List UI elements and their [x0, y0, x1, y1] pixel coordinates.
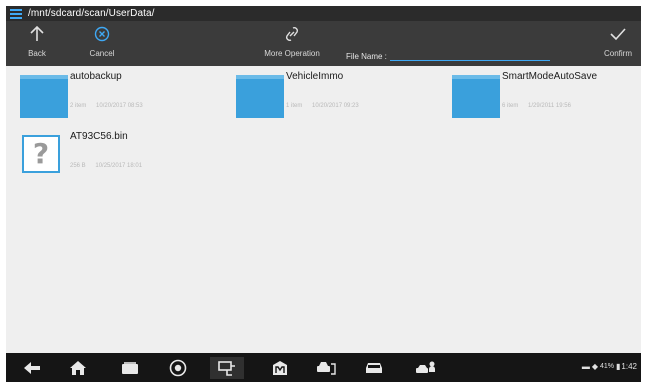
- item-name: autobackup: [70, 71, 122, 82]
- item-meta: 1 item 10/20/2017 09:23: [286, 103, 367, 109]
- recent-apps-icon[interactable]: [118, 357, 142, 379]
- folder-icon: [236, 72, 284, 118]
- current-path: /mnt/sdcard/scan/UserData/: [28, 8, 155, 19]
- folder-item-smartmodeautosave[interactable]: SmartModeAutoSave 6 item 1/29/2011 19:56: [438, 68, 638, 124]
- back-button[interactable]: Back: [20, 23, 54, 65]
- cancel-button[interactable]: Cancel: [82, 23, 122, 65]
- item-count: 6 item: [502, 103, 519, 109]
- maintenance-icon[interactable]: [268, 357, 292, 379]
- file-list: autobackup 2 item 10/20/2017 08:53 Vehic…: [6, 66, 641, 353]
- item-count: 1 item: [286, 103, 303, 109]
- item-date: 10/20/2017 08:53: [96, 103, 143, 109]
- back-arrow-icon[interactable]: [20, 357, 44, 379]
- path-bar: /mnt/sdcard/scan/UserData/: [6, 6, 641, 21]
- up-arrow-icon: [30, 23, 44, 45]
- file-item-at93c56[interactable]: ? AT93C56.bin 256 B 10/25/2017 18:01: [6, 128, 206, 184]
- folder-item-autobackup[interactable]: autobackup 2 item 10/20/2017 08:53: [6, 68, 206, 124]
- checkmark-icon: [610, 23, 626, 45]
- home-icon[interactable]: [66, 357, 90, 379]
- item-meta: 6 item 1/29/2011 19:56: [502, 103, 579, 109]
- car-icon[interactable]: [362, 357, 386, 379]
- item-date: 10/20/2017 09:23: [312, 103, 359, 109]
- folder-icon: [452, 72, 500, 118]
- more-operation-label: More Operation: [264, 49, 320, 58]
- file-name-field: File Name :: [346, 49, 550, 61]
- navigation-bar: ▬ ◆ 41% ▮ 1:42: [6, 353, 641, 382]
- battery-icon: ▮: [616, 362, 621, 371]
- file-name-label: File Name :: [346, 52, 387, 61]
- wifi-icon: ◆: [591, 362, 598, 371]
- vehicle-service-icon[interactable]: [314, 357, 338, 379]
- remote-expert-icon[interactable]: [414, 357, 438, 379]
- confirm-button[interactable]: Confirm: [598, 23, 638, 65]
- back-label: Back: [28, 49, 46, 58]
- cancel-label: Cancel: [89, 49, 115, 58]
- confirm-label: Confirm: [603, 49, 632, 58]
- menu-icon[interactable]: [10, 8, 22, 19]
- toolbar: Back Cancel More Operation File Name : C…: [6, 21, 641, 66]
- more-operation-button[interactable]: More Operation: [258, 23, 326, 65]
- item-date: 10/25/2017 18:01: [95, 163, 143, 169]
- clock: 1:42: [621, 362, 637, 371]
- item-size: 256 B: [70, 163, 86, 169]
- file-name-input[interactable]: [389, 49, 550, 61]
- battery-percent: 41%: [600, 363, 615, 370]
- item-count: 2 item: [70, 103, 87, 109]
- unknown-file-icon: ?: [20, 132, 68, 178]
- item-meta: 256 B 10/25/2017 18:01: [70, 163, 150, 169]
- notification-icon: ▬: [581, 362, 590, 371]
- item-name: VehicleImmo: [286, 71, 344, 82]
- item-name: SmartModeAutoSave: [502, 71, 598, 82]
- link-icon: [284, 23, 300, 45]
- cancel-circle-icon: [94, 23, 110, 45]
- vci-connect-icon[interactable]: [210, 357, 244, 379]
- item-date: 1/29/2011 19:56: [528, 103, 571, 109]
- status-area: ▬ ◆ 41% ▮ 1:42: [582, 362, 637, 371]
- folder-icon: [20, 72, 68, 118]
- browser-icon[interactable]: [166, 357, 190, 379]
- folder-item-vehicleimmo[interactable]: VehicleImmo 1 item 10/20/2017 09:23: [222, 68, 422, 124]
- item-name: AT93C56.bin: [70, 131, 128, 142]
- item-meta: 2 item 10/20/2017 08:53: [70, 103, 151, 109]
- app-window: /mnt/sdcard/scan/UserData/ Back Cancel M…: [0, 0, 647, 382]
